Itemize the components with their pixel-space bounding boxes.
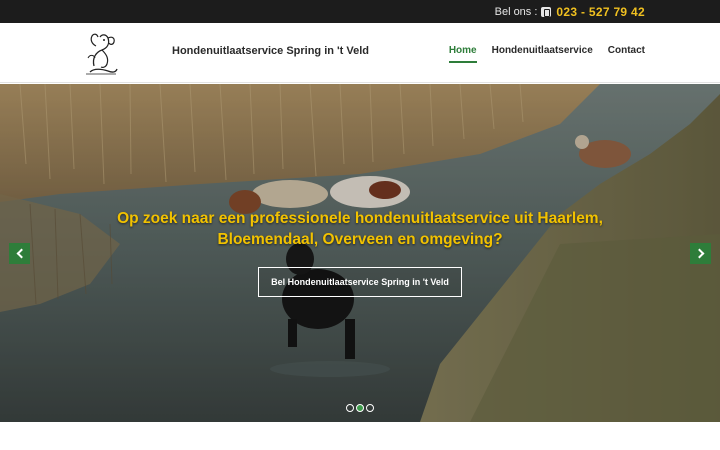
call-label: Bel ons : [494,5,538,18]
slider-dot-2[interactable] [356,404,364,412]
phone-number-link[interactable]: 023 - 527 79 42 [556,5,645,19]
nav-hondenuitlaatservice[interactable]: Hondenuitlaatservice [492,45,593,63]
hero-headline-line1: Op zoek naar een professionele hondenuit… [117,210,603,227]
dog-logo-icon[interactable] [82,28,120,78]
nav-contact[interactable]: Contact [608,45,645,63]
slider-next-button[interactable] [690,243,711,264]
slider-dot-3[interactable] [366,404,374,412]
hero-slider: Op zoek naar een professionele hondenuit… [0,84,720,422]
main-nav: Home Hondenuitlaatservice Contact [448,45,645,63]
phone-icon [541,6,552,17]
site-title[interactable]: Hondenuitlaatservice Spring in 't Veld [172,45,369,57]
hero-overlay [0,84,720,422]
chevron-left-icon [16,248,26,259]
hero-headline: Op zoek naar een professionele hondenuit… [60,208,660,250]
chevron-right-icon [694,248,704,259]
top-bar: Bel ons : 023 - 527 79 42 [0,0,720,23]
slider-dot-1[interactable] [346,404,354,412]
hero-headline-line2: Bloemendaal, Overveen en omgeving? [217,231,503,248]
nav-home[interactable]: Home [448,45,477,63]
slider-prev-button[interactable] [9,243,30,264]
slider-dots [346,404,374,412]
call-cta-button[interactable]: Bel Hondenuitlaatservice Spring in 't Ve… [258,267,462,297]
call-us[interactable]: Bel ons : 023 - 527 79 42 [495,4,645,19]
site-header: Hondenuitlaatservice Spring in 't Veld H… [0,23,720,83]
